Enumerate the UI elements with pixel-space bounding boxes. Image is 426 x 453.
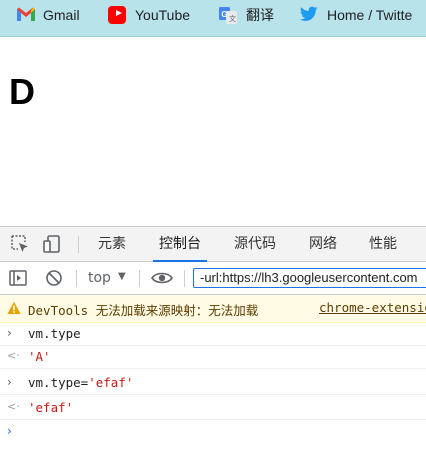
console-filter-input[interactable]: -url:https://lh3.googleusercontent.com — [193, 268, 426, 288]
live-expression-eye-icon[interactable] — [151, 269, 173, 287]
console-input-text[interactable]: vm.type='efaf' — [28, 375, 133, 390]
tab-network[interactable]: 网络 — [309, 227, 337, 261]
bookmark-youtube[interactable]: YouTube — [108, 0, 190, 30]
warning-text: DevTools 无法加载来源映射：无法加载 — [28, 303, 259, 318]
return-arrow-icon: <· — [7, 349, 20, 362]
chevron-right-icon: › — [7, 326, 12, 340]
page-heading: D — [9, 71, 35, 112]
sidebar-toggle-icon[interactable] — [9, 269, 27, 287]
inspect-element-icon[interactable] — [10, 234, 30, 254]
tab-console[interactable]: 控制台 — [153, 227, 207, 262]
bookmark-gmail[interactable]: Gmail — [16, 0, 80, 30]
gmail-icon — [16, 6, 35, 24]
return-arrow-icon: <· — [7, 400, 20, 413]
console-output-row: <· 'efaf' — [0, 397, 426, 420]
chevron-right-icon: › — [7, 375, 12, 389]
bookmark-label: Gmail — [43, 7, 80, 23]
twitter-icon — [299, 6, 318, 24]
device-toolbar-icon[interactable] — [42, 234, 62, 254]
bookmark-twitter[interactable]: Home / Twitte — [299, 0, 413, 30]
svg-text:G: G — [221, 10, 227, 19]
toolbar-divider — [76, 270, 77, 287]
console-prompt-icon[interactable]: › — [7, 424, 12, 438]
svg-text:文: 文 — [229, 14, 236, 23]
bookmarks-bar: Gmail YouTube G 文 翻译 Home / Twitte — [0, 0, 426, 37]
console-input-row: › vm.type — [0, 323, 426, 346]
toolbar-divider — [184, 270, 185, 287]
console-output-row: <· 'A' — [0, 346, 426, 369]
toolbar-divider — [139, 270, 140, 287]
chevron-down-icon[interactable]: ▼ — [118, 271, 126, 282]
console-output-text[interactable]: 'A' — [28, 349, 51, 364]
devtools-panel: 元素 控制台 源代码 网络 性能 top ▼ -url:https://lh3.… — [0, 226, 426, 453]
bookmark-label: 翻译 — [246, 7, 274, 23]
tab-sources[interactable]: 源代码 — [234, 227, 276, 261]
tab-divider — [78, 236, 79, 253]
context-selector[interactable]: top — [88, 262, 111, 294]
tab-performance[interactable]: 性能 — [369, 227, 397, 261]
console-toolbar: top ▼ -url:https://lh3.googleusercontent… — [0, 262, 426, 295]
youtube-icon — [108, 6, 126, 24]
bookmark-label: YouTube — [135, 7, 191, 23]
devtools-tab-bar: 元素 控制台 源代码 网络 性能 — [0, 227, 426, 262]
console-warning-message: DevTools 无法加载来源映射：无法加载 chrome-extension — [0, 295, 426, 323]
console-output-text[interactable]: 'efaf' — [28, 400, 73, 415]
clear-console-icon[interactable] — [45, 269, 63, 287]
tab-elements[interactable]: 元素 — [98, 227, 126, 261]
bookmark-label: Home / Twitte — [327, 7, 413, 23]
translate-icon: G 文 — [219, 6, 237, 24]
console-input-text[interactable]: vm.type — [28, 326, 81, 341]
warning-icon — [7, 301, 21, 315]
console-input-row: › vm.type='efaf' — [0, 372, 426, 395]
bookmark-translate[interactable]: G 文 翻译 — [219, 0, 274, 30]
warning-source-link[interactable]: chrome-extension — [319, 300, 426, 315]
